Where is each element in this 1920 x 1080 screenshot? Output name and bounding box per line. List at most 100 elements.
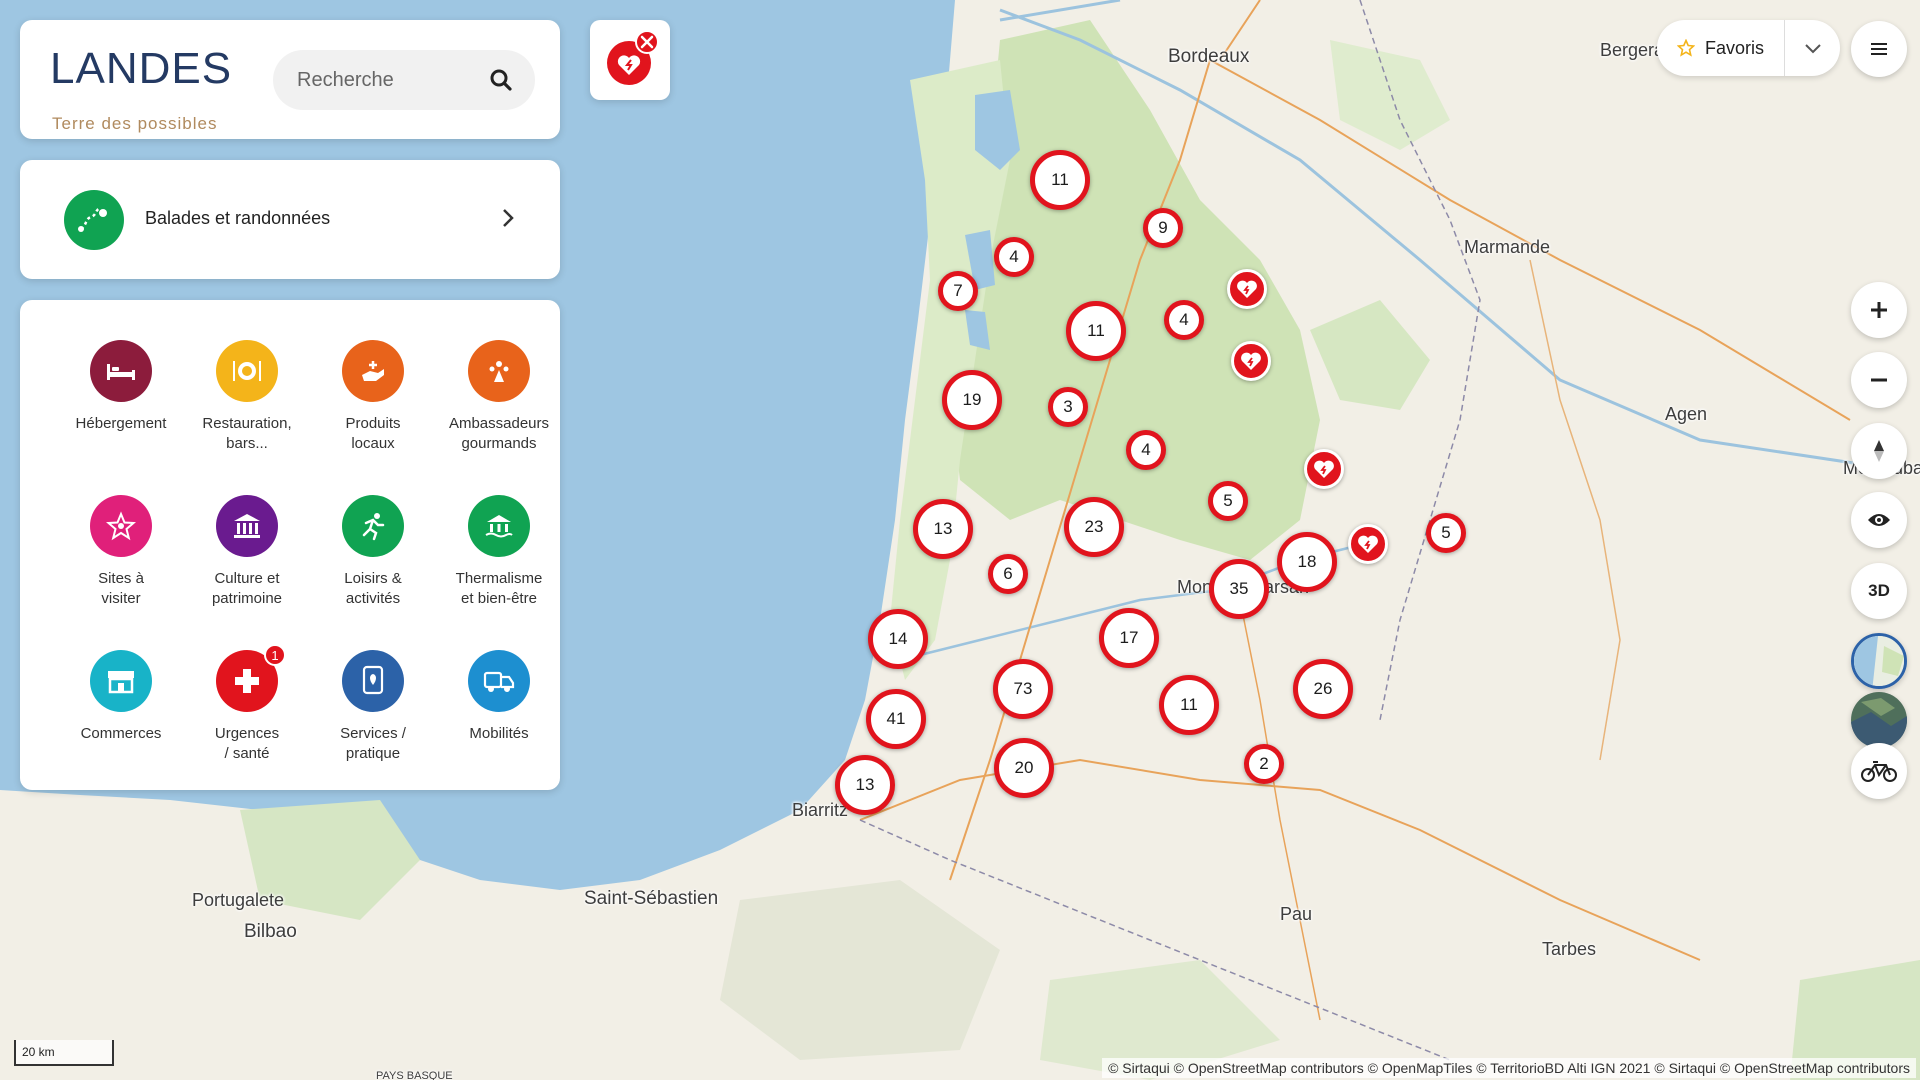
spa-icon — [468, 495, 530, 557]
star-icon — [90, 495, 152, 557]
cluster-marker[interactable]: 73 — [993, 659, 1053, 719]
defibrillator-marker-icon[interactable] — [1227, 269, 1267, 309]
defibrillator-marker-icon[interactable] — [1231, 341, 1271, 381]
compass-icon — [1874, 440, 1884, 462]
cluster-marker[interactable]: 14 — [868, 609, 928, 669]
favorites-label: Favoris — [1704, 37, 1764, 58]
cluster-marker[interactable]: 3 — [1048, 387, 1088, 427]
sparkle-icon — [468, 340, 530, 402]
notification-badge: 1 — [264, 644, 286, 666]
zoom-in-button[interactable] — [1851, 282, 1907, 338]
cluster-marker[interactable]: 11 — [1030, 150, 1090, 210]
hand-icon — [342, 340, 404, 402]
defibrillator-filter-button[interactable] — [590, 20, 670, 100]
category-label: Mobilités — [469, 725, 529, 742]
hiking-label: Balades et randonnées — [145, 208, 331, 228]
category-mobility[interactable]: Mobilités — [436, 650, 562, 744]
category-sites[interactable]: Sites à visiter — [58, 495, 184, 609]
menu-button[interactable] — [1851, 21, 1907, 77]
search-input[interactable] — [273, 68, 473, 92]
cluster-marker[interactable]: 17 — [1099, 608, 1159, 668]
cluster-marker[interactable]: 9 — [1143, 208, 1183, 248]
cluster-marker[interactable]: 19 — [942, 370, 1002, 430]
category-label: Hébergement — [75, 415, 167, 432]
defibrillator-marker-icon[interactable] — [1348, 524, 1388, 564]
header-card: LANDES Terre des possibles — [20, 20, 560, 139]
cluster-marker[interactable]: 4 — [1126, 430, 1166, 470]
place-label: Biarritz — [792, 800, 849, 820]
cluster-marker[interactable]: 41 — [866, 689, 926, 749]
cluster-marker[interactable]: 11 — [1159, 675, 1219, 735]
cluster-marker[interactable]: 5 — [1208, 481, 1248, 521]
category-spa[interactable]: Thermalisme et bien-être — [436, 495, 562, 609]
category-accommodation[interactable]: Hébergement — [58, 340, 184, 434]
map-attribution: © Sirtaqui © OpenStreetMap contributors … — [1102, 1058, 1916, 1078]
category-label: Loisirs & activités — [344, 570, 402, 607]
favorites-control: Favoris — [1657, 20, 1840, 76]
chevron-right-icon — [503, 209, 514, 227]
cluster-marker[interactable]: 2 — [1244, 744, 1284, 784]
heart-icon — [607, 30, 659, 85]
cluster-marker[interactable]: 4 — [994, 237, 1034, 277]
vehicle-icon — [468, 650, 530, 712]
chevron-down-icon — [1804, 44, 1821, 54]
brand-logo[interactable]: LANDES Terre des possibles — [50, 44, 250, 133]
category-local-products[interactable]: Produits locaux — [310, 340, 436, 454]
category-gourmet-ambassadors[interactable]: Ambassadeurs gourmands — [436, 340, 562, 454]
hiking-card[interactable]: Balades et randonnées — [20, 160, 560, 279]
defibrillator-marker-icon[interactable] — [1304, 449, 1344, 489]
place-label: PAYS BASQUE — [376, 1070, 453, 1080]
cluster-marker[interactable]: 7 — [938, 271, 978, 311]
zoom-out-button[interactable] — [1851, 352, 1907, 408]
category-label: Restauration, bars... — [202, 415, 292, 452]
cluster-marker[interactable]: 23 — [1064, 497, 1124, 557]
plate-icon — [216, 340, 278, 402]
cluster-marker[interactable]: 6 — [988, 554, 1028, 594]
cluster-marker[interactable]: 18 — [1277, 532, 1337, 592]
category-label: Produits locaux — [345, 415, 401, 452]
shop-icon — [90, 650, 152, 712]
runner-icon — [342, 495, 404, 557]
hiking-icon — [64, 190, 124, 250]
category-label: Services / pratique — [340, 725, 406, 762]
map-layer-plan-button[interactable] — [1851, 633, 1907, 689]
cluster-marker[interactable]: 26 — [1293, 659, 1353, 719]
compass-button[interactable] — [1851, 423, 1907, 479]
bed-icon — [90, 340, 152, 402]
cluster-marker[interactable]: 13 — [835, 755, 895, 815]
category-label: Thermalisme et bien-être — [455, 570, 543, 607]
cluster-marker[interactable]: 11 — [1066, 301, 1126, 361]
place-label: Pau — [1280, 904, 1313, 924]
minus-icon — [1871, 378, 1887, 382]
cluster-marker[interactable]: 13 — [913, 499, 973, 559]
medical-cross-icon: 1 — [216, 644, 286, 712]
place-label: Tarbes — [1542, 939, 1597, 959]
cluster-marker[interactable]: 35 — [1209, 559, 1269, 619]
hamburger-menu-icon — [1871, 43, 1887, 55]
eye-icon — [1868, 514, 1890, 526]
visibility-button[interactable] — [1851, 492, 1907, 548]
category-label: Commerces — [80, 725, 162, 742]
place-label: Bilbao — [244, 921, 297, 942]
cluster-marker[interactable]: 5 — [1426, 513, 1466, 553]
search-icon[interactable] — [489, 68, 513, 92]
category-services[interactable]: Services / pratique — [310, 650, 436, 764]
place-label: Marmande — [1464, 237, 1551, 257]
favorites-dropdown-button[interactable] — [1785, 20, 1840, 76]
category-leisure[interactable]: Loisirs & activités — [310, 495, 436, 609]
cluster-marker[interactable]: 20 — [994, 738, 1054, 798]
category-shops[interactable]: Commerces — [58, 650, 184, 744]
category-label: Ambassadeurs gourmands — [448, 415, 550, 452]
category-restaurants[interactable]: Restauration, bars... — [184, 340, 310, 454]
place-label: Portugalete — [192, 890, 285, 910]
favorites-button[interactable]: Favoris — [1657, 20, 1785, 76]
category-label: Urgences / santé — [214, 725, 280, 762]
cluster-marker[interactable]: 4 — [1164, 300, 1204, 340]
bike-layer-button[interactable] — [1851, 743, 1907, 799]
category-culture[interactable]: Culture et patrimoine — [184, 495, 310, 609]
category-label: Culture et patrimoine — [211, 570, 283, 607]
map-layer-satellite-button[interactable] — [1851, 692, 1907, 748]
view-3d-button[interactable]: 3D — [1851, 563, 1907, 619]
category-emergency[interactable]: 1 Urgences / santé — [184, 644, 310, 764]
map-pin-icon — [342, 650, 404, 712]
